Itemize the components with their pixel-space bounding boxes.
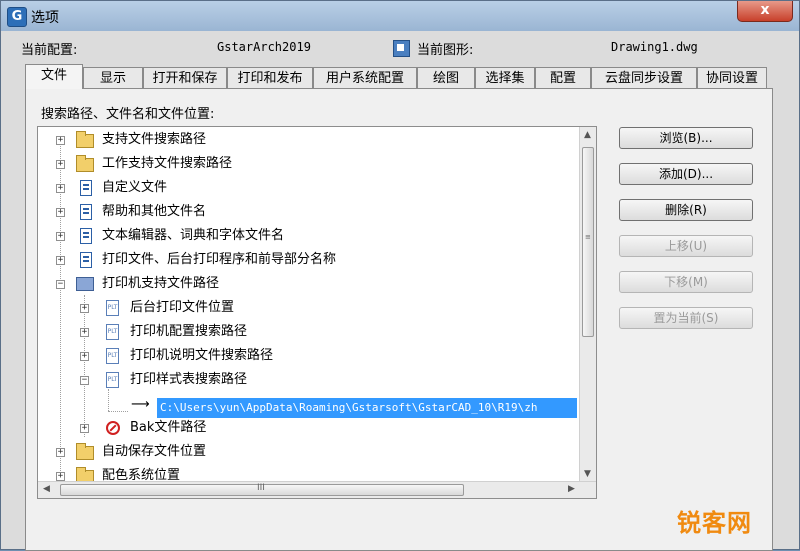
- scroll-down-arrow-icon[interactable]: ▼: [584, 469, 591, 479]
- tree-node-label: Bak文件路径: [130, 420, 207, 435]
- tab-selection[interactable]: 选择集: [475, 67, 535, 88]
- tab-collaboration[interactable]: 协同设置: [697, 67, 767, 88]
- tree-vertical-scrollbar[interactable]: ▲ ≡ ▼: [579, 127, 596, 483]
- app-logo-icon: G: [7, 7, 27, 27]
- current-profile-label: 当前配置:: [21, 43, 78, 58]
- move-up-button[interactable]: 上移(U): [619, 235, 753, 257]
- folder-icon: [76, 443, 94, 460]
- expand-icon[interactable]: +: [56, 256, 65, 265]
- plot-file-icon: PLT: [106, 324, 119, 340]
- document-icon: [80, 228, 92, 244]
- tree-node-label: 后台打印文件位置: [130, 300, 235, 315]
- tree-node[interactable]: + PLT 打印机说明文件搜索路径: [38, 345, 578, 367]
- tree-node-label: 自定义文件: [102, 180, 168, 195]
- options-dialog: G 选项 x 当前配置: GstarArch2019 当前图形: Drawing…: [0, 0, 800, 551]
- expand-icon[interactable]: +: [56, 472, 65, 481]
- tab-display[interactable]: 显示: [83, 67, 143, 88]
- path-arrow-icon: ⟶: [131, 397, 150, 412]
- scroll-left-arrow-icon[interactable]: ◀: [43, 484, 50, 494]
- expand-icon[interactable]: +: [56, 232, 65, 241]
- vertical-scroll-thumb[interactable]: ≡: [582, 147, 594, 337]
- title-bar: G 选项 x: [1, 1, 799, 31]
- tree-node[interactable]: + 支持文件搜索路径: [38, 129, 578, 151]
- expand-icon[interactable]: +: [56, 184, 65, 193]
- current-drawing-value: Drawing1.dwg: [611, 40, 698, 54]
- document-icon: [80, 180, 92, 196]
- expand-icon[interactable]: +: [56, 448, 65, 457]
- set-current-button[interactable]: 置为当前(S): [619, 307, 753, 329]
- tree-node-label: 自动保存文件位置: [102, 444, 207, 459]
- expand-icon[interactable]: +: [56, 160, 65, 169]
- expand-icon[interactable]: +: [80, 424, 89, 433]
- tree-node[interactable]: + PLT 后台打印文件位置: [38, 297, 578, 319]
- tab-open-save[interactable]: 打开和保存: [143, 67, 227, 88]
- tab-profiles[interactable]: 配置: [535, 67, 591, 88]
- plot-file-icon: PLT: [106, 372, 119, 388]
- tree-node[interactable]: + 帮助和其他文件名: [38, 201, 578, 223]
- tree-node[interactable]: + 打印文件、后台打印程序和前导部分名称: [38, 249, 578, 271]
- browse-button[interactable]: 浏览(B)...: [619, 127, 753, 149]
- scroll-grip-icon: ≡: [585, 233, 591, 241]
- tree-node[interactable]: + Bak文件路径: [38, 417, 578, 439]
- tree-node[interactable]: + 工作支持文件搜索路径: [38, 153, 578, 175]
- document-icon: [80, 252, 92, 268]
- plot-file-icon: PLT: [106, 348, 119, 364]
- plot-file-icon: PLT: [106, 300, 119, 316]
- search-path-tree[interactable]: + 支持文件搜索路径 + 工作支持文件搜索路径 + 自定义文件 + 帮助和其他文…: [37, 126, 597, 499]
- selected-path-item[interactable]: C:\Users\yun\AppData\Roaming\Gstarsoft\G…: [157, 398, 577, 418]
- tree-node[interactable]: + 文本编辑器、词典和字体文件名: [38, 225, 578, 247]
- tree-node[interactable]: + 自定义文件: [38, 177, 578, 199]
- tree-node[interactable]: − PLT 打印样式表搜索路径: [38, 369, 578, 391]
- expand-icon[interactable]: +: [56, 136, 65, 145]
- tree-horizontal-scrollbar[interactable]: ◀ III ▶: [38, 481, 596, 498]
- tree-node-label: 帮助和其他文件名: [102, 204, 207, 219]
- tab-cloud-sync[interactable]: 云盘同步设置: [591, 67, 697, 88]
- tree-node-label: 打印文件、后台打印程序和前导部分名称: [102, 252, 337, 267]
- tab-drafting[interactable]: 绘图: [417, 67, 475, 88]
- dialog-title: 选项: [31, 10, 59, 26]
- tab-user-preferences[interactable]: 用户系统配置: [313, 67, 417, 88]
- tab-files[interactable]: 文件: [25, 64, 83, 89]
- collapse-icon[interactable]: −: [56, 280, 65, 289]
- current-profile-value: GstarArch2019: [217, 40, 311, 54]
- move-down-button[interactable]: 下移(M): [619, 271, 753, 293]
- add-button[interactable]: 添加(D)...: [619, 163, 753, 185]
- drawing-file-icon: [393, 40, 410, 57]
- document-icon: [80, 204, 92, 220]
- search-paths-heading: 搜索路径、文件名和文件位置:: [41, 107, 215, 122]
- tree-node-label: 打印机支持文件路径: [102, 276, 220, 291]
- tree-node-label: 文本编辑器、词典和字体文件名: [102, 228, 285, 243]
- watermark-logo: 锐客网: [677, 509, 752, 537]
- tree-node[interactable]: + 自动保存文件位置: [38, 441, 578, 463]
- expand-icon[interactable]: +: [80, 304, 89, 313]
- remove-button[interactable]: 删除(R): [619, 199, 753, 221]
- scroll-up-arrow-icon[interactable]: ▲: [584, 130, 591, 140]
- tree-node-label: 打印机说明文件搜索路径: [130, 348, 274, 363]
- close-button[interactable]: x: [737, 1, 793, 22]
- current-drawing-label: 当前图形:: [417, 43, 474, 58]
- tree-node-label: 支持文件搜索路径: [102, 132, 207, 147]
- tree-node-label: 打印样式表搜索路径: [130, 372, 248, 387]
- tree-node[interactable]: + PLT 打印机配置搜索路径: [38, 321, 578, 343]
- collapse-icon[interactable]: −: [80, 376, 89, 385]
- tree-node-label: 打印机配置搜索路径: [130, 324, 248, 339]
- folder-icon: [76, 131, 94, 148]
- tree-node[interactable]: − 打印机支持文件路径: [38, 273, 578, 295]
- expand-icon[interactable]: +: [56, 208, 65, 217]
- horizontal-scroll-thumb[interactable]: III: [60, 483, 464, 496]
- tab-plot-publish[interactable]: 打印和发布: [227, 67, 313, 88]
- folder-icon: [76, 155, 94, 172]
- tree-node-label: 工作支持文件搜索路径: [102, 156, 233, 171]
- scroll-grip-icon: III: [257, 483, 265, 493]
- scroll-right-arrow-icon[interactable]: ▶: [568, 484, 575, 494]
- expand-icon[interactable]: +: [80, 328, 89, 337]
- expand-icon[interactable]: +: [80, 352, 89, 361]
- no-entry-icon: [106, 421, 120, 435]
- printer-icon: [76, 277, 94, 291]
- tree-guide-line: [108, 389, 109, 411]
- tree-guide-line: [108, 411, 128, 412]
